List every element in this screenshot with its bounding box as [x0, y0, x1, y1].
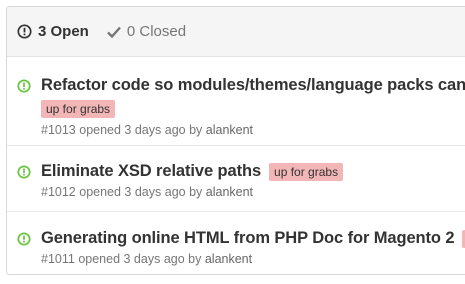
issue-number-link[interactable]: #1011: [41, 252, 75, 266]
issue-opened-text: opened 3 days ago by: [79, 185, 203, 199]
issue-label-badge[interactable]: up for grabs: [269, 162, 344, 181]
issue-meta: #1012 opened 3 days ago by alankent: [17, 185, 465, 199]
issue-label-badge[interactable]: up for grabs: [41, 100, 116, 118]
issue-author-link[interactable]: alankent: [206, 185, 253, 199]
check-icon: [107, 26, 121, 38]
issue-opened-icon: [17, 164, 31, 179]
issue-number-link[interactable]: #1013: [41, 123, 76, 137]
issue-author-link[interactable]: alankent: [205, 252, 252, 266]
issue-opened-icon: [17, 231, 31, 246]
closed-issues-count: 0 Closed: [126, 23, 187, 40]
issue-opened-text: opened 3 days ago by: [79, 123, 203, 137]
issue-list-item[interactable]: Refactor code so modules/themes/language…: [7, 58, 465, 146]
open-issues-tab[interactable]: 3 Open: [17, 23, 89, 40]
issue-title-link[interactable]: Generating online HTML from PHP Doc for …: [41, 229, 455, 248]
issue-opened-icon: [17, 78, 31, 93]
issue-meta: #1013 opened 3 days ago by alankent: [17, 123, 465, 137]
issues-state-header: 3 Open 0 Closed: [7, 7, 465, 57]
issue-opened-icon: [17, 24, 32, 39]
closed-issues-tab[interactable]: 0 Closed: [107, 23, 186, 40]
issue-list-item[interactable]: Generating online HTML from PHP Doc for …: [7, 212, 465, 274]
issue-author-link[interactable]: alankent: [206, 123, 253, 137]
issue-title-link[interactable]: Refactor code so modules/themes/language…: [41, 76, 465, 95]
open-issues-count: 3 Open: [38, 23, 89, 40]
issue-list-item[interactable]: Eliminate XSD relative paths up for grab…: [7, 146, 465, 212]
issue-title-link[interactable]: Eliminate XSD relative paths: [41, 162, 261, 181]
issue-number-link[interactable]: #1012: [41, 185, 76, 199]
issue-opened-text: opened 3 days ago by: [78, 252, 202, 266]
issue-meta: #1011 opened 3 days ago by alankent: [17, 252, 465, 266]
issues-panel: 3 Open 0 Closed Refactor code so modules…: [6, 6, 465, 275]
